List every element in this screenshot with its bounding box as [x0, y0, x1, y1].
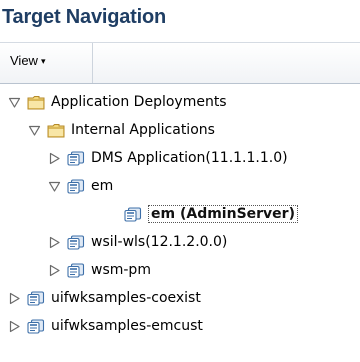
- tree-node-label[interactable]: Application Deployments: [51, 94, 227, 110]
- collapsed-twisty-icon[interactable]: [48, 236, 61, 249]
- folder-icon: [27, 95, 45, 110]
- tree-node-label[interactable]: uifwksamples-coexist: [51, 290, 201, 306]
- tree-node-label[interactable]: DMS Application(11.1.1.1.0): [91, 150, 288, 166]
- tree-node-internal-applications[interactable]: Internal Applications: [28, 116, 215, 144]
- application-icon: [67, 178, 85, 194]
- application-icon: [67, 150, 85, 166]
- collapsed-twisty-icon[interactable]: [8, 320, 21, 333]
- expanded-twisty-icon[interactable]: [48, 180, 61, 193]
- tree-node-label-selected[interactable]: em (AdminServer): [148, 205, 298, 223]
- view-menu-button[interactable]: View ▾: [10, 53, 45, 68]
- tree-node-label[interactable]: wsil-wls(12.1.2.0.0): [91, 234, 227, 250]
- tree-node-label[interactable]: Internal Applications: [71, 122, 215, 138]
- tree-node-label[interactable]: uifwksamples-emcust: [51, 318, 203, 334]
- application-icon: [27, 290, 45, 306]
- view-menu-label: View: [10, 53, 38, 68]
- tree-node-em-adminserver[interactable]: em (AdminServer): [124, 200, 298, 228]
- toolbar-divider: [92, 43, 93, 83]
- tree-node-label[interactable]: em: [91, 178, 113, 194]
- panel-title: Target Navigation: [2, 6, 167, 28]
- expanded-twisty-icon[interactable]: [8, 96, 21, 109]
- application-icon: [67, 234, 85, 250]
- tree-node-dms-application[interactable]: DMS Application(11.1.1.1.0): [48, 144, 288, 172]
- collapsed-twisty-icon[interactable]: [8, 292, 21, 305]
- application-icon: [67, 262, 85, 278]
- tree-node-application-deployments[interactable]: Application Deployments: [8, 88, 227, 116]
- tree-node-em[interactable]: em: [48, 172, 113, 200]
- tree-node-wsm-pm[interactable]: wsm-pm: [48, 256, 151, 284]
- tree-node-uifwksamples-coexist[interactable]: uifwksamples-coexist: [8, 284, 201, 312]
- application-icon: [27, 318, 45, 334]
- collapsed-twisty-icon[interactable]: [48, 264, 61, 277]
- chevron-down-icon: ▾: [40, 56, 46, 66]
- tree-node-uifwksamples-emcust[interactable]: uifwksamples-emcust: [8, 312, 203, 340]
- collapsed-twisty-icon[interactable]: [48, 152, 61, 165]
- expanded-twisty-icon[interactable]: [28, 124, 41, 137]
- folder-icon: [47, 123, 65, 138]
- tree-node-label[interactable]: wsm-pm: [91, 262, 151, 278]
- application-icon: [124, 206, 142, 222]
- toolbar: View ▾: [0, 42, 360, 84]
- tree-node-wsil-wls[interactable]: wsil-wls(12.1.2.0.0): [48, 228, 227, 256]
